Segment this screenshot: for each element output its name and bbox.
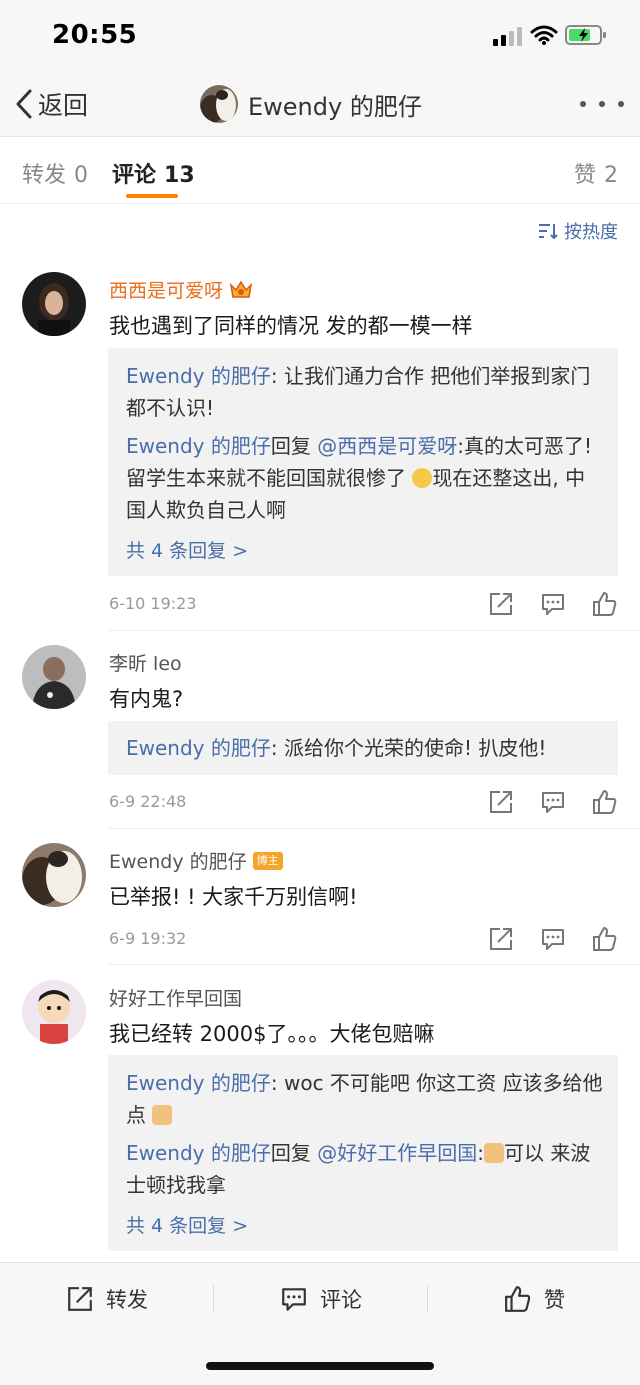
cat-emoji-icon <box>152 1105 173 1125</box>
thumbs-up-icon[interactable] <box>592 789 618 815</box>
repost-label: 转发 <box>106 1288 148 1312</box>
reply-text: : <box>477 1141 484 1165</box>
tab-comment-count: 13 <box>164 163 195 188</box>
share-icon[interactable] <box>488 926 514 952</box>
cat-emoji-icon <box>483 1143 504 1163</box>
comment-username[interactable]: 好好工作早回国 <box>109 984 242 1011</box>
comment-icon[interactable] <box>540 926 566 952</box>
comment-icon[interactable] <box>540 591 566 617</box>
divider <box>108 630 640 631</box>
reply-username[interactable]: Ewendy 的肥仔 <box>126 364 271 388</box>
comment-text: 我也遇到了同样的情况 发的都一模一样 <box>109 314 473 338</box>
comment-icon <box>282 1288 306 1311</box>
reply-item: Ewendy 的肥仔: woc 不可能吧 你这工资 应该多给他点 <box>126 1067 604 1131</box>
thumbs-up-icon[interactable] <box>592 926 618 952</box>
comment-button[interactable]: 评论 <box>280 1281 362 1317</box>
comment-icon[interactable] <box>540 789 566 815</box>
share-icon[interactable] <box>488 591 514 617</box>
view-more-replies-link[interactable]: 共 4 条回复 > <box>126 1211 248 1238</box>
share-icon <box>68 1287 92 1311</box>
tab-like[interactable]: 赞2 <box>574 157 618 189</box>
like-button[interactable]: 赞 <box>504 1281 565 1317</box>
home-indicator[interactable] <box>206 1362 434 1370</box>
comment-time: 6-9 19:32 <box>109 929 187 948</box>
divider <box>108 828 640 829</box>
nav-bar: 返回 Ewendy 的肥仔 <box>0 72 640 137</box>
tab-like-count: 2 <box>604 163 619 188</box>
tab-repost[interactable]: 转发 0 <box>22 157 88 189</box>
back-label: 返回 <box>38 91 89 120</box>
tab-repost-count: 0 <box>74 163 89 188</box>
sort-icon <box>539 224 558 240</box>
reply-item: Ewendy 的肥仔: 派给你个光荣的使命! 扒皮他! <box>126 732 604 764</box>
divider <box>108 964 640 965</box>
reply-username[interactable]: Ewendy 的肥仔 <box>126 1141 271 1165</box>
reply-verb: 回复 <box>270 1141 311 1165</box>
avatar[interactable] <box>22 843 86 907</box>
comment-time: 6-10 19:23 <box>109 594 197 613</box>
sort-bar: 按热度 <box>0 204 640 258</box>
avatar[interactable] <box>200 85 238 123</box>
like-label: 赞 <box>544 1288 565 1312</box>
wifi-icon <box>530 25 558 45</box>
reply-item: Ewendy 的肥仔回复 @西西是可爱呀:真的太可恶了! 留学生本来就不能回国就… <box>126 430 604 526</box>
avatar[interactable] <box>22 645 86 709</box>
reply-username[interactable]: Ewendy 的肥仔 <box>126 1071 271 1095</box>
tab-bar: 转发 0 评论 13 赞2 <box>0 137 640 204</box>
repost-button[interactable]: 转发 <box>66 1281 148 1317</box>
comment-actions <box>488 787 618 817</box>
blogger-badge: 博主 <box>252 851 283 870</box>
reply-verb: 回复 <box>270 434 311 458</box>
comment-text: 有内鬼? <box>109 687 184 711</box>
nav-title: Ewendy 的肥仔 <box>248 92 422 121</box>
reply-text: : 派给你个光荣的使命! 扒皮他! <box>270 736 547 760</box>
reply-box[interactable]: Ewendy 的肥仔: 派给你个光荣的使命! 扒皮他! <box>108 721 618 775</box>
tab-comment[interactable]: 评论 13 <box>112 157 195 189</box>
sort-by-hot-button[interactable]: 按热度 <box>538 218 618 244</box>
thumbs-up-icon[interactable] <box>592 591 618 617</box>
comment-label: 评论 <box>320 1288 362 1312</box>
tab-repost-label: 转发 <box>22 163 67 188</box>
comment-actions <box>488 589 618 619</box>
share-icon[interactable] <box>488 789 514 815</box>
status-bar: 20:55 <box>0 0 640 72</box>
toolbar-divider <box>427 1285 428 1313</box>
comment-username[interactable]: Ewendy 的肥仔 博主 <box>109 847 283 874</box>
thumbs-up-icon <box>505 1286 531 1312</box>
tab-like-label: 赞 <box>574 163 597 188</box>
comment-text: 已举报! ! 大家千万别信啊! <box>109 885 358 909</box>
reply-mention[interactable]: @西西是可爱呀 <box>317 434 457 458</box>
comment-username[interactable]: 李昕 leo <box>109 649 182 676</box>
more-options-icon[interactable] <box>580 94 624 114</box>
tab-active-indicator <box>126 194 178 198</box>
back-button[interactable]: 返回 <box>14 84 88 124</box>
comment-username[interactable]: 西西是可爱呀 <box>109 276 253 303</box>
status-time: 20:55 <box>52 20 138 50</box>
reply-item: Ewendy 的肥仔回复 @好好工作早回国: 可以 来波士顿找我拿 <box>126 1137 604 1201</box>
avatar[interactable] <box>22 272 86 336</box>
comment-text: 我已经转 2000$了。。。大佬包赔嘛 <box>109 1022 435 1046</box>
smile-emoji-icon <box>412 468 433 488</box>
reply-box[interactable]: Ewendy 的肥仔: woc 不可能吧 你这工资 应该多给他点 Ewendy … <box>108 1055 618 1251</box>
reply-box[interactable]: Ewendy 的肥仔: 让我们通力合作 把他们举报到家门都不认识! Ewendy… <box>108 348 618 576</box>
comment-actions <box>488 924 618 954</box>
view-more-replies-link[interactable]: 共 4 条回复 > <box>126 536 248 563</box>
tab-comment-label: 评论 <box>112 163 157 188</box>
toolbar-divider <box>213 1285 214 1313</box>
crown-badge-icon <box>229 280 253 298</box>
nav-title-group[interactable]: Ewendy 的肥仔 <box>200 82 422 126</box>
reply-mention[interactable]: @好好工作早回国 <box>317 1141 477 1165</box>
signal-icon <box>493 26 523 46</box>
sort-label: 按热度 <box>564 222 618 243</box>
avatar[interactable] <box>22 980 86 1044</box>
reply-item: Ewendy 的肥仔: 让我们通力合作 把他们举报到家门都不认识! <box>126 360 604 424</box>
reply-username[interactable]: Ewendy 的肥仔 <box>126 736 271 760</box>
chevron-left-icon <box>16 89 32 119</box>
reply-username[interactable]: Ewendy 的肥仔 <box>126 434 271 458</box>
comment-time: 6-9 22:48 <box>109 792 187 811</box>
battery-icon <box>565 25 606 45</box>
